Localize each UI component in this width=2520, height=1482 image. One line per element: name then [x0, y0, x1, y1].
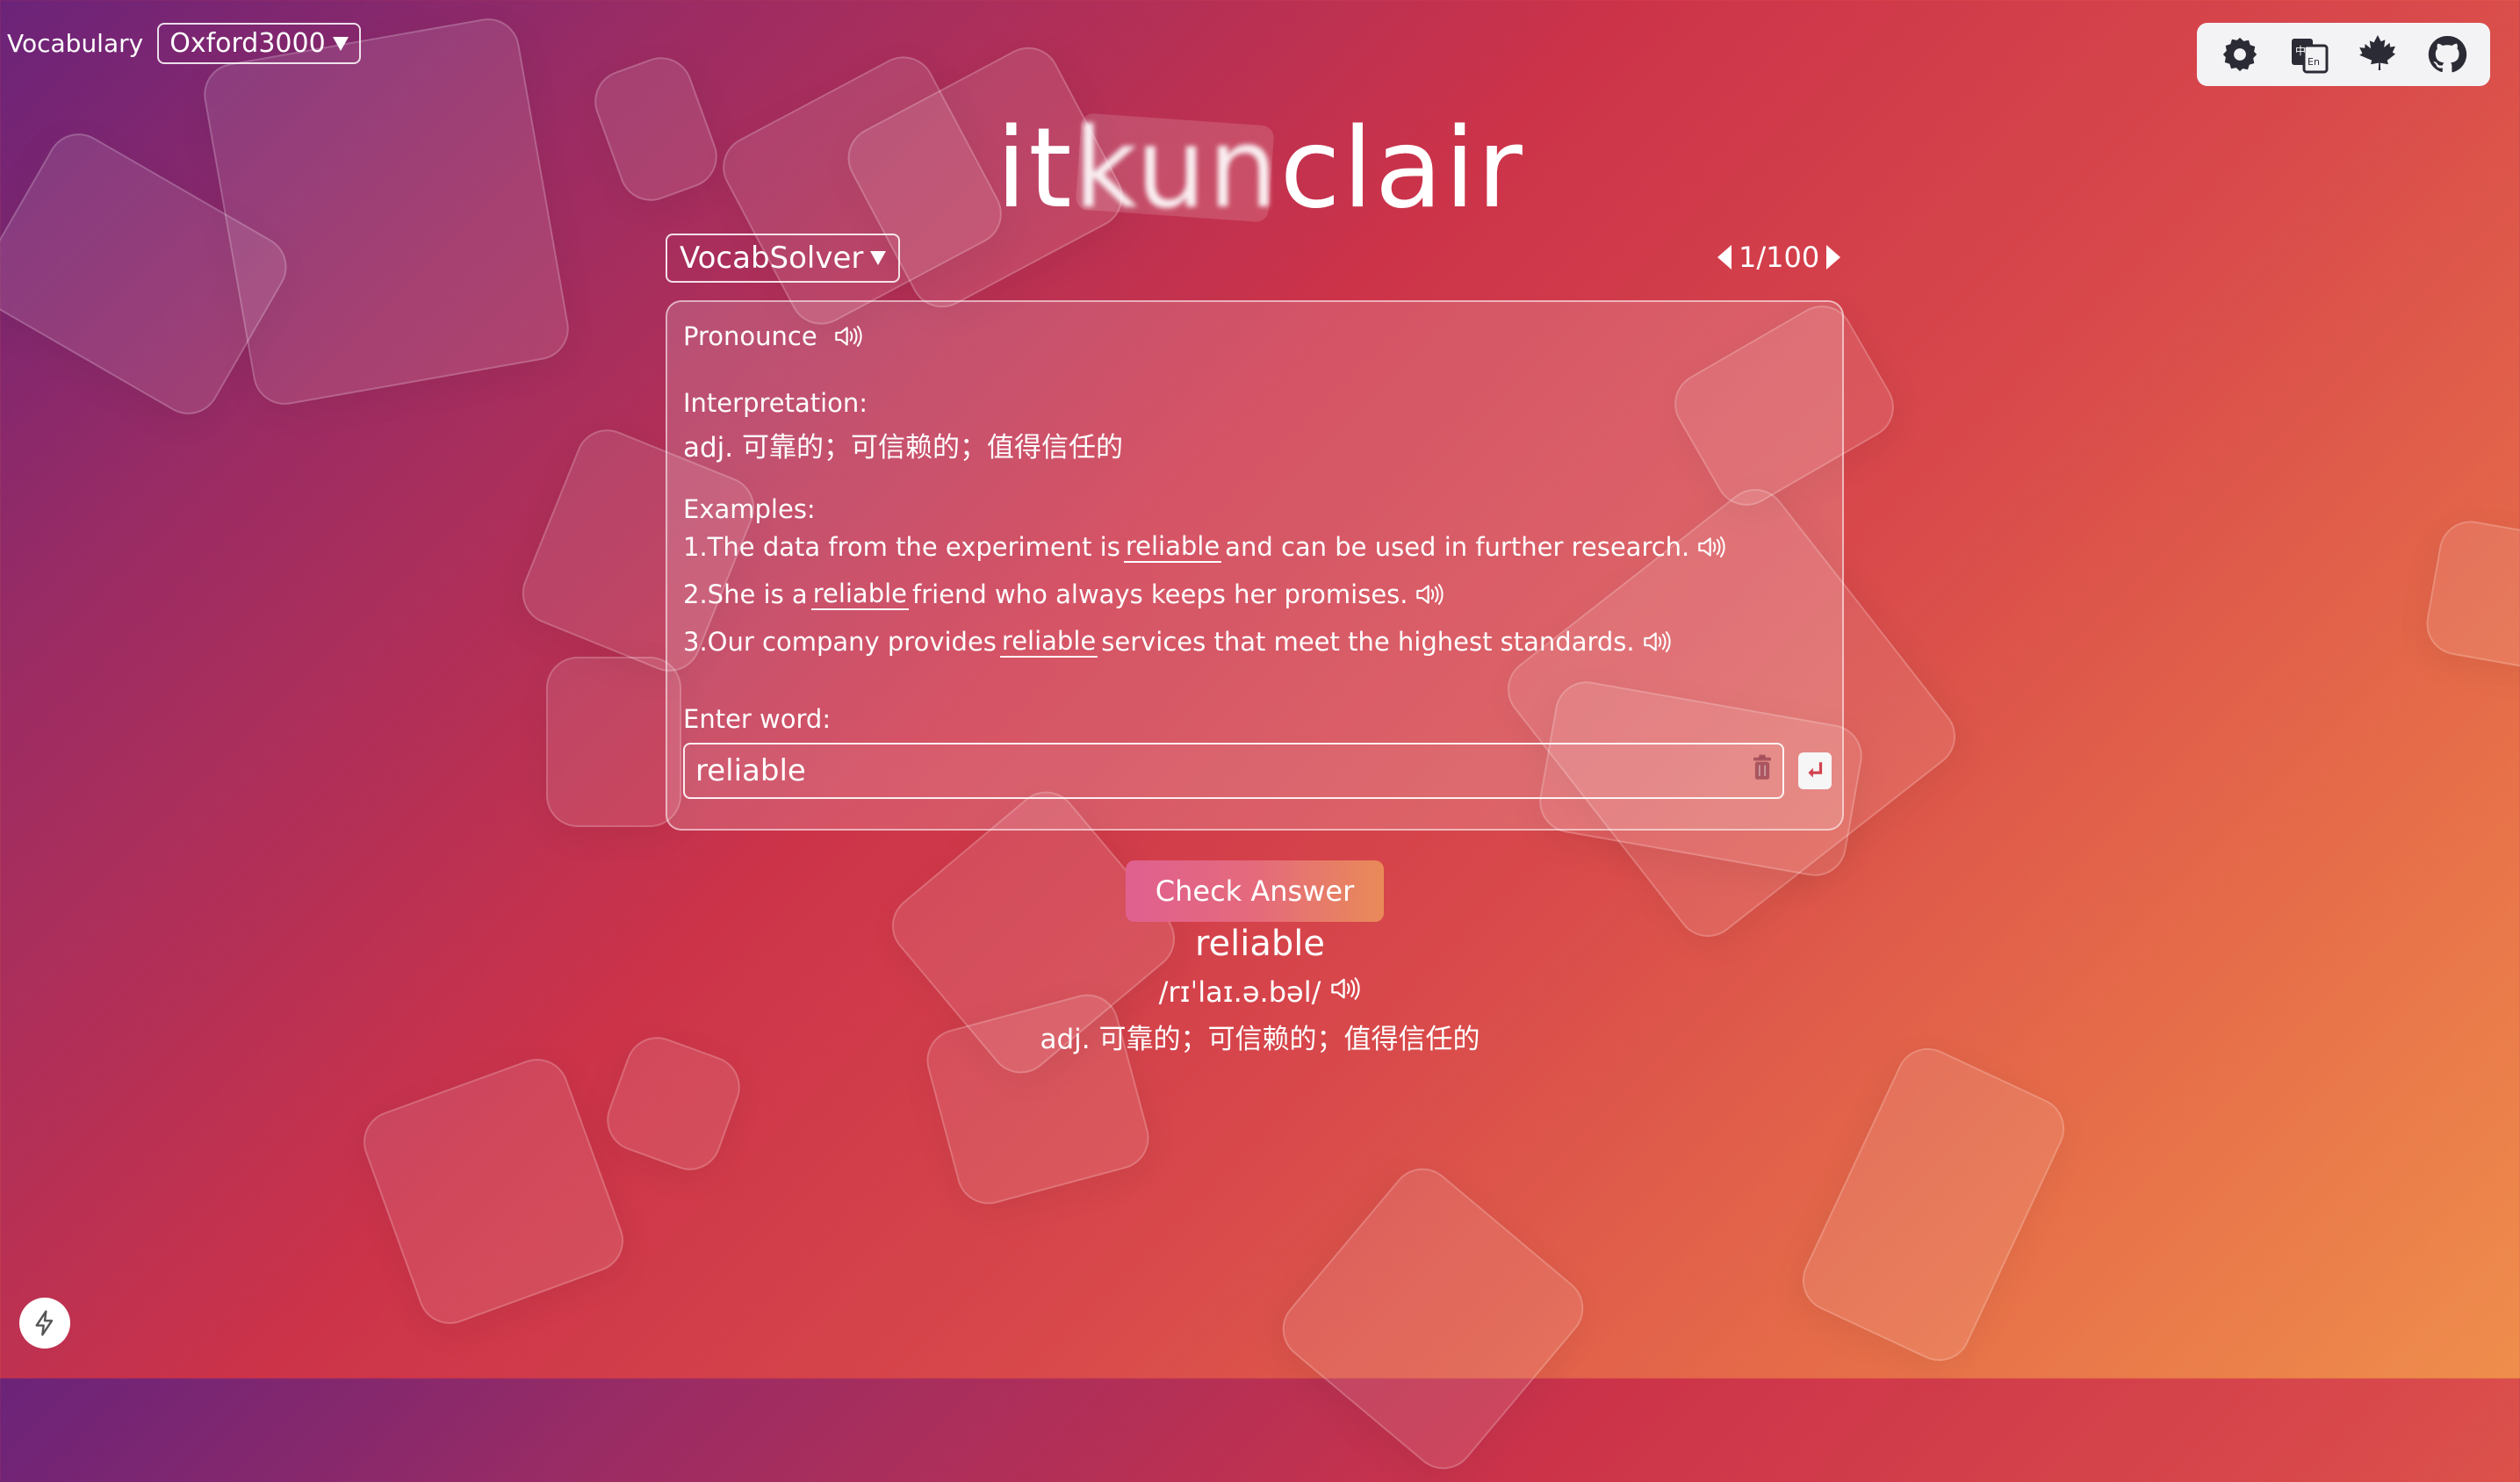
example-number: 3.	[683, 627, 708, 657]
enter-word-label: Enter word:	[683, 704, 832, 734]
speaker-icon[interactable]	[1329, 975, 1361, 1010]
example-before: Our company provides	[707, 627, 997, 657]
example-item: 1. The data from the experiment is reliab…	[683, 531, 1826, 563]
vocabulary-selected: Oxford3000	[169, 28, 326, 59]
pager: 1/100	[1717, 241, 1841, 274]
example-after: services that meet the highest standards…	[1101, 627, 1635, 657]
vocabulary-label: Vocabulary	[7, 29, 144, 58]
chevron-down-icon	[332, 36, 349, 51]
question-panel: Pronounce Interpretation: adj. 可靠的；可信赖的；…	[666, 300, 1844, 831]
solver-selected: VocabSolver	[680, 241, 864, 276]
speaker-icon[interactable]	[1696, 534, 1726, 560]
example-number: 2.	[683, 579, 708, 609]
maple-leaf-icon[interactable]	[2355, 32, 2401, 77]
bg-card	[1792, 1038, 2075, 1371]
interpretation-pos: adj.	[683, 432, 734, 464]
word-input-box	[683, 743, 1784, 799]
trash-icon[interactable]	[1751, 753, 1774, 788]
bolt-icon-button[interactable]	[19, 1298, 70, 1349]
bg-card	[354, 1049, 633, 1334]
bg-card	[2421, 515, 2520, 673]
result-definition: adj. 可靠的；可信赖的；值得信任的	[0, 1017, 2520, 1056]
result-pos: adj.	[1040, 1024, 1091, 1055]
example-item: 2. She is a reliable friend who always ke…	[683, 579, 1826, 610]
speaker-icon[interactable]	[833, 323, 863, 349]
translate-badge-cn: 中	[2295, 44, 2306, 57]
solver-selector: VocabSolver	[666, 234, 901, 283]
pronounce-row: Pronounce	[683, 321, 1826, 351]
example-before: The data from the experiment is	[707, 532, 1120, 562]
interpretation: adj. 可靠的；可信赖的；值得信任的	[683, 425, 1826, 464]
enter-icon	[1808, 762, 1823, 778]
bg-card	[1270, 1155, 1596, 1482]
pager-text: 1/100	[1739, 241, 1820, 274]
chevron-down-icon	[870, 251, 887, 265]
example-after: and can be used in further research.	[1225, 532, 1690, 562]
github-icon[interactable]	[2424, 32, 2470, 77]
bolt-icon	[35, 1310, 54, 1336]
result-word: reliable	[1194, 924, 1326, 964]
title-part-1: it	[996, 104, 1074, 233]
example-keyword: reliable	[810, 579, 910, 610]
example-number: 1.	[683, 532, 708, 562]
examples-label: Examples:	[683, 494, 816, 524]
example-keyword: reliable	[999, 626, 1098, 658]
app-title: itkunclair	[0, 104, 2520, 233]
pronounce-label: Pronounce	[683, 321, 817, 351]
title-part-3: clair	[1279, 104, 1524, 233]
input-row	[683, 743, 1832, 799]
vocabulary-selector: Vocabulary Oxford3000	[7, 23, 361, 64]
bg-card	[546, 657, 681, 827]
example-keyword: reliable	[1123, 531, 1222, 563]
settings-icon[interactable]	[2217, 32, 2263, 77]
result-phonetic: /rɪˈlaɪ.ə.bəl/	[1158, 975, 1321, 1009]
example-before: She is a	[707, 579, 808, 609]
next-arrow-icon[interactable]	[1826, 245, 1841, 270]
enter-button[interactable]	[1798, 752, 1832, 789]
check-answer-button[interactable]: Check Answer	[1126, 860, 1384, 922]
interpretation-label: Interpretation:	[683, 388, 868, 418]
interpretation-text: 可靠的；可信赖的；值得信任的	[742, 432, 1124, 464]
word-input[interactable]	[694, 752, 1707, 789]
speaker-icon[interactable]	[1642, 629, 1672, 655]
translate-icon[interactable]: 中 En	[2286, 32, 2332, 77]
previous-arrow-icon[interactable]	[1717, 245, 1732, 270]
title-part-2: kun	[1073, 104, 1280, 233]
result-phonetic-row: /rɪˈlaɪ.ə.bəl/	[0, 975, 2520, 1010]
translate-badge-en: En	[2308, 56, 2320, 68]
result-definition-text: 可靠的；可信赖的；值得信任的	[1098, 1024, 1480, 1055]
vocabulary-dropdown[interactable]: Oxford3000	[157, 23, 361, 64]
top-toolbar: 中 En	[2197, 23, 2490, 86]
speaker-icon[interactable]	[1415, 581, 1444, 608]
example-after: friend who always keeps her promises.	[912, 579, 1408, 609]
example-item: 3. Our company provides reliable services…	[683, 626, 1826, 658]
solver-dropdown[interactable]: VocabSolver	[666, 234, 901, 283]
